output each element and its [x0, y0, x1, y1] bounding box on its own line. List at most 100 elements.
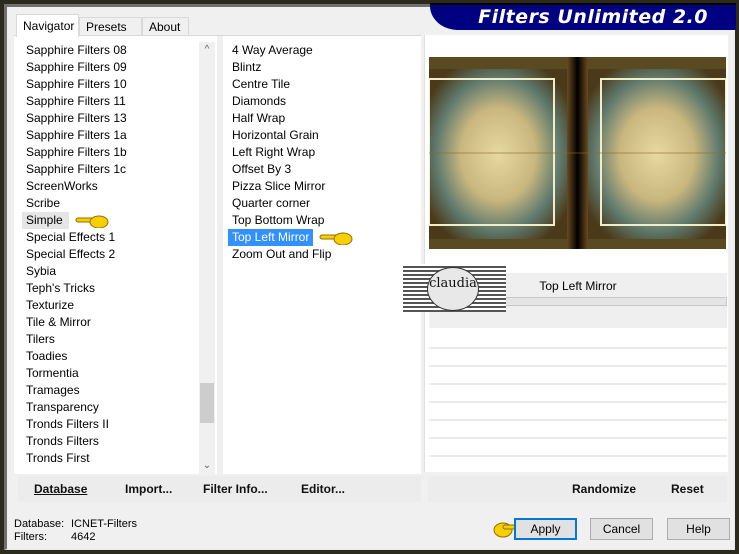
reset-button[interactable]: Reset [671, 476, 704, 502]
preview-half-right [588, 69, 726, 239]
param-row [429, 401, 727, 403]
filter-item[interactable]: Blintz [228, 59, 408, 76]
editor-button[interactable]: Editor... [301, 476, 345, 502]
filter-item-label: Offset By 3 [232, 162, 292, 176]
category-item[interactable]: Tronds Filters II [22, 416, 200, 433]
title-banner: Filters Unlimited 2.0 [430, 3, 736, 30]
category-scrollbar[interactable]: ^ ⌄ [199, 42, 215, 474]
category-item-label: Texturize [26, 298, 75, 312]
filter-item[interactable]: Half Wrap [228, 110, 408, 127]
category-item-label: Sybia [26, 264, 57, 278]
scroll-down-arrow-icon[interactable]: ⌄ [199, 458, 215, 474]
category-item-label: Sapphire Filters 08 [26, 43, 127, 57]
category-item[interactable]: Simple [22, 212, 200, 229]
cancel-button[interactable]: Cancel [590, 518, 653, 540]
apply-button[interactable]: Apply [514, 518, 577, 540]
import-button[interactable]: Import... [125, 476, 172, 502]
filter-item[interactable]: Horizontal Grain [228, 127, 408, 144]
category-item-label: Sapphire Filters 10 [26, 77, 127, 91]
preview-image [429, 57, 726, 249]
category-list[interactable]: Sapphire Filters 08 Sapphire Filters 09 Sa… [22, 42, 200, 466]
category-item-label: Special Effects 2 [26, 247, 116, 261]
filter-item-label: Diamonds [232, 94, 287, 108]
category-item[interactable]: Sapphire Filters 1b [22, 144, 200, 161]
category-item[interactable]: Transparency [22, 399, 200, 416]
filter-item[interactable]: Zoom Out and Flip [228, 246, 408, 263]
category-item[interactable]: Sapphire Filters 09 [22, 59, 200, 76]
category-item[interactable]: Sapphire Filters 1c [22, 161, 200, 178]
category-item-label: Tronds Filters II [26, 417, 109, 431]
database-label: Database [34, 482, 88, 496]
param-row [429, 347, 727, 349]
filter-item[interactable]: Left Right Wrap [228, 144, 408, 161]
navigator-panel: Sapphire Filters 08 Sapphire Filters 09 Sa… [14, 35, 421, 474]
category-item[interactable]: Tramages [22, 382, 200, 399]
category-item[interactable]: Toadies [22, 348, 200, 365]
category-item-label: Tilers [26, 332, 55, 346]
category-item[interactable]: Special Effects 1 [22, 229, 200, 246]
filter-item-label: Blintz [232, 60, 262, 74]
category-item[interactable]: Sapphire Filters 10 [22, 76, 200, 93]
category-item[interactable]: Sapphire Filters 08 [22, 42, 200, 59]
category-item[interactable]: Tronds First [22, 450, 200, 466]
filter-item[interactable]: Pizza Slice Mirror [228, 178, 408, 195]
category-item-label: Sapphire Filters 09 [26, 60, 127, 74]
tab-navigator[interactable]: Navigator [16, 14, 79, 37]
category-item[interactable]: Tile & Mirror [22, 314, 200, 331]
preview-pattern [429, 57, 726, 249]
category-item[interactable]: Texturize [22, 297, 200, 314]
filter-item[interactable]: Top Left Mirror [228, 229, 408, 246]
status-info: Database: ICNET-Filters Filters: 4642 [14, 518, 137, 544]
panel-divider [217, 36, 223, 474]
randomize-button[interactable]: Randomize [572, 476, 636, 502]
help-button[interactable]: Help [667, 518, 730, 540]
category-item-label: Simple [22, 212, 69, 229]
database-button[interactable]: Database [34, 476, 87, 502]
category-item[interactable]: Sapphire Filters 13 [22, 110, 200, 127]
category-item-label: Sapphire Filters 1a [26, 128, 127, 142]
filter-item-label: 4 Way Average [232, 43, 313, 57]
category-item[interactable]: Teph's Tricks [22, 280, 200, 297]
filter-item[interactable]: Top Bottom Wrap [228, 212, 408, 229]
filter-item[interactable]: Quarter corner [228, 195, 408, 212]
filter-item-label: Horizontal Grain [232, 128, 319, 142]
filter-item[interactable]: Diamonds [228, 93, 408, 110]
category-item-label: Tormentia [26, 366, 79, 380]
category-item-label: Sapphire Filters 11 [26, 94, 126, 108]
preview-half-left [429, 69, 567, 239]
filter-item-label: Zoom Out and Flip [232, 247, 332, 261]
category-item-label: Toadies [26, 349, 68, 363]
preview-panel: Top Left Mirror [424, 35, 728, 472]
category-item[interactable]: Tormentia [22, 365, 200, 382]
category-item[interactable]: Scribe [22, 195, 200, 212]
tab-presets[interactable]: Presets [79, 17, 142, 36]
database-status-value: ICNET-Filters [71, 518, 137, 530]
category-item[interactable]: Sybia [22, 263, 200, 280]
filter-item-label: Centre Tile [232, 77, 291, 91]
filter-item-label: Top Bottom Wrap [232, 213, 325, 227]
navigator-toolbar: Database Import... Filter Info... Editor… [18, 476, 421, 502]
category-item[interactable]: Sapphire Filters 11 [22, 93, 200, 110]
tab-about[interactable]: About [142, 17, 189, 36]
filter-item[interactable]: Centre Tile [228, 76, 408, 93]
category-item[interactable]: Tilers [22, 331, 200, 348]
category-item-label: Tronds Filters [26, 434, 99, 448]
filter-item[interactable]: 4 Way Average [228, 42, 408, 59]
category-item[interactable]: Tronds Filters [22, 433, 200, 450]
filter-item-label: Top Left Mirror [228, 229, 314, 246]
watermark: claudia [403, 264, 506, 312]
category-item-label: Special Effects 1 [26, 230, 116, 244]
pointing-hand-icon [75, 215, 109, 228]
scroll-up-arrow-icon[interactable]: ^ [199, 42, 215, 58]
category-item[interactable]: Special Effects 2 [22, 246, 200, 263]
category-item[interactable]: ScreenWorks [22, 178, 200, 195]
category-item-label: Tronds First [26, 451, 90, 465]
param-row [429, 383, 727, 385]
category-item-label: Tramages [26, 383, 80, 397]
scroll-thumb[interactable] [200, 383, 214, 423]
category-item[interactable]: Sapphire Filters 1a [22, 127, 200, 144]
filter-item[interactable]: Offset By 3 [228, 161, 408, 178]
param-row [429, 365, 727, 367]
filter-list[interactable]: 4 Way Average Blintz Centre Tile Diamonds Ha… [228, 42, 408, 263]
filter-info-button[interactable]: Filter Info... [203, 476, 268, 502]
